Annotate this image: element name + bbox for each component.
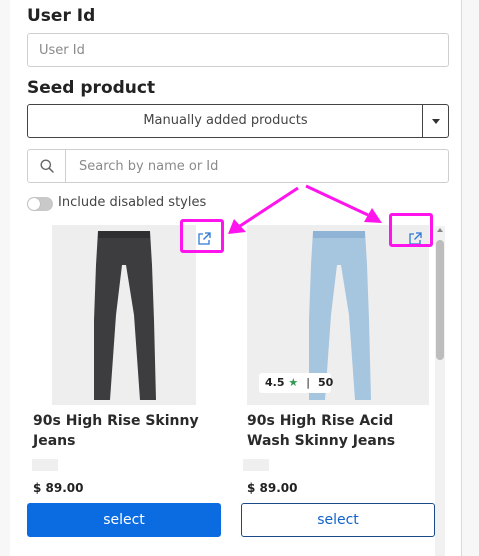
review-count: 50 xyxy=(317,376,334,389)
product-search xyxy=(27,149,449,183)
product-image[interactable]: 4.5 ★ | 50 xyxy=(247,225,429,405)
results-scrollbar[interactable] xyxy=(435,226,445,556)
include-disabled-toggle[interactable] xyxy=(27,197,53,211)
color-swatch xyxy=(32,459,58,471)
user-id-input[interactable] xyxy=(27,33,449,67)
rating-separator: | xyxy=(306,376,311,389)
search-input[interactable] xyxy=(67,150,447,182)
product-card: 4.5 ★ | 50 90s High Rise Acid Wash Skinn… xyxy=(241,225,435,545)
seed-product-label: Seed product xyxy=(27,78,156,98)
product-title: 90s High Rise Acid Wash Skinny Jeans xyxy=(247,413,396,449)
annotation-highlight xyxy=(180,219,224,253)
user-id-label: User Id xyxy=(27,6,96,26)
rating-badge: 4.5 ★ | 50 xyxy=(259,373,334,393)
color-swatch xyxy=(243,459,269,471)
jeans-waistband xyxy=(313,231,365,238)
select-button[interactable]: select xyxy=(27,503,221,537)
select-button[interactable]: select xyxy=(241,503,435,537)
seed-product-select[interactable]: Manually added products xyxy=(27,104,449,138)
include-disabled-label: Include disabled styles xyxy=(58,195,207,210)
rating-value: 4.5 xyxy=(265,376,285,389)
product-title: 90s High Rise Skinny Jeans xyxy=(33,413,199,449)
product-price: $ 89.00 xyxy=(247,481,298,495)
scroll-up-icon[interactable] xyxy=(437,228,443,232)
jeans-image xyxy=(94,231,156,400)
seed-product-selected: Manually added products xyxy=(143,113,308,128)
product-image[interactable] xyxy=(52,225,211,405)
search-icon[interactable] xyxy=(28,150,66,182)
recommendation-panel: User Id Seed product Manually added prod… xyxy=(10,0,462,556)
annotation-highlight xyxy=(389,213,433,247)
toggle-knob xyxy=(28,198,40,210)
product-card: 90s High Rise Skinny Jeans $ 89.00 selec… xyxy=(27,225,221,545)
star-icon: ★ xyxy=(288,376,299,389)
product-price: $ 89.00 xyxy=(33,481,84,495)
scroll-thumb[interactable] xyxy=(436,240,444,360)
jeans-waistband xyxy=(98,231,150,238)
caret-down-icon[interactable] xyxy=(422,105,448,137)
jeans-shape xyxy=(94,231,156,400)
